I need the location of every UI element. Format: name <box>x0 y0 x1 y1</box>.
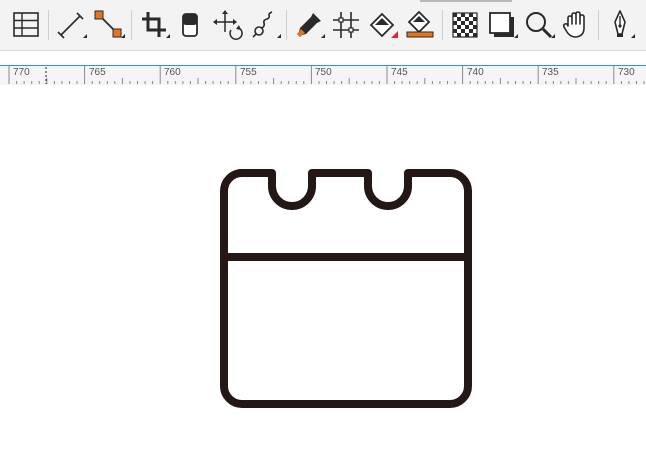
dimension-icon <box>57 12 87 39</box>
zoom-tool-button[interactable] <box>522 8 556 42</box>
pen-icon <box>614 10 635 38</box>
ruler-label: 730 <box>618 67 635 78</box>
zoom-icon <box>526 12 555 39</box>
smear-tool-button[interactable] <box>248 8 282 42</box>
toolbar-separator <box>131 10 132 40</box>
connector-tool-button[interactable] <box>92 8 126 42</box>
crop-tool-button[interactable] <box>137 8 171 42</box>
snap-grid-tool-button[interactable] <box>329 8 363 42</box>
calendar-outline-icon[interactable] <box>0 85 646 471</box>
transparency-icon <box>452 12 478 38</box>
toolbar-separator <box>48 10 49 40</box>
ruler-label: 745 <box>391 67 408 78</box>
drop-shadow-tool-button[interactable] <box>485 8 519 42</box>
eraser-icon <box>182 13 198 37</box>
toolbar-separator <box>286 10 287 40</box>
toolbar-separator <box>598 10 599 40</box>
drop-shadow-icon <box>489 12 518 38</box>
app-window: 770 765 760 755 750 745 740 735 730 <box>0 0 646 471</box>
eyedropper-tool-button[interactable] <box>292 8 326 42</box>
snap-grid-icon <box>333 12 359 38</box>
ruler-label: 770 <box>13 67 30 78</box>
toolbar-separator <box>442 10 443 40</box>
crop-icon <box>142 12 170 38</box>
smart-fill-tool-button[interactable] <box>403 8 437 42</box>
pen-tool-button[interactable] <box>604 8 638 42</box>
horizontal-ruler[interactable]: 770 765 760 755 750 745 740 735 730 <box>0 65 646 86</box>
eyedropper-icon <box>297 13 325 38</box>
ruler-label: 735 <box>542 67 559 78</box>
drawing-canvas[interactable] <box>0 85 646 471</box>
pan-tool-button[interactable] <box>559 8 593 42</box>
toolbox <box>0 0 646 51</box>
ruler-label: 755 <box>240 67 257 78</box>
transform-tool-button[interactable] <box>211 8 245 42</box>
pan-hand-icon <box>562 11 585 38</box>
transparency-tool-button[interactable] <box>448 8 482 42</box>
smear-icon <box>252 11 281 38</box>
eraser-tool-button[interactable] <box>174 8 208 42</box>
ruler-label: 760 <box>164 67 181 78</box>
transform-icon <box>213 10 243 40</box>
connector-icon <box>94 10 125 38</box>
ruler-label: 765 <box>89 67 106 78</box>
fill-icon <box>369 12 398 38</box>
fill-tool-button[interactable] <box>367 8 401 42</box>
smart-fill-icon <box>406 10 434 38</box>
ruler-label: 750 <box>315 67 332 78</box>
dimension-tool-button[interactable] <box>54 8 88 42</box>
table-tool-button[interactable] <box>9 8 43 42</box>
toolbar-tab-indicator <box>420 0 512 2</box>
table-icon <box>13 12 39 37</box>
ruler-label: 740 <box>467 67 484 78</box>
